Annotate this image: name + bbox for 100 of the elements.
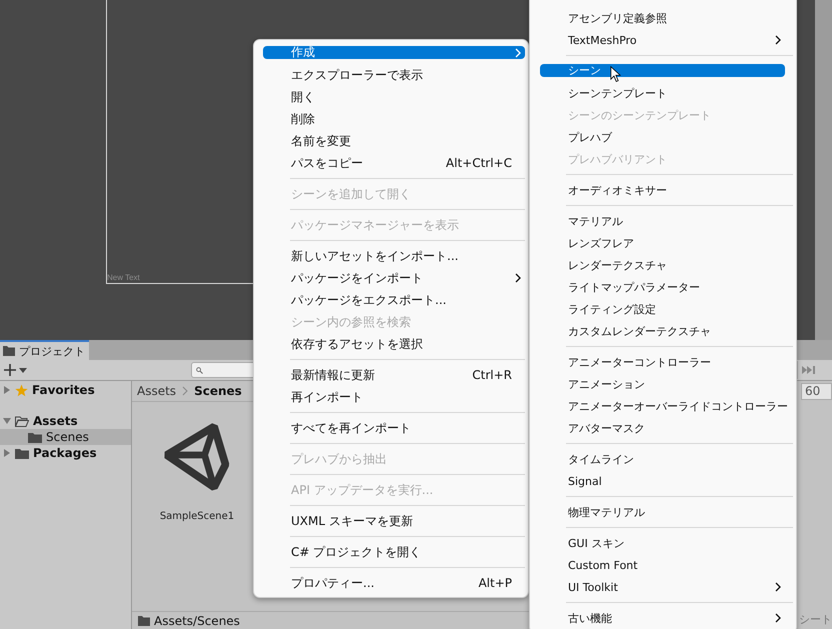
menu-item[interactable]: レンダーテクスチャ: [540, 254, 785, 276]
menu-item[interactable]: 再インポート: [263, 386, 525, 408]
menu-item[interactable]: アニメーション: [540, 373, 785, 395]
menu-item[interactable]: パッケージをエクスポート...: [263, 289, 525, 311]
breadcrumb-link[interactable]: Assets: [137, 384, 176, 398]
tree-item[interactable]: Assets: [0, 413, 131, 429]
menu-item[interactable]: 最新情報に更新 Ctrl+R: [263, 364, 525, 386]
menu-item-label: シーンのシーンテンプレート: [568, 108, 711, 122]
menu-item-label: パッケージマネージャーを表示: [291, 216, 459, 234]
menu-item-label: 再インポート: [291, 388, 363, 406]
menu-item[interactable]: カスタムレンダーテクスチャ: [540, 320, 785, 342]
menu-item[interactable]: レンズフレア: [540, 232, 785, 254]
folder-icon: [28, 432, 42, 442]
menu-item[interactable]: タイムライン: [540, 448, 785, 470]
menu-item[interactable]: C# プロジェクトを開く: [263, 541, 525, 563]
skip-end-icon: [802, 366, 816, 374]
menu-item-label: C# プロジェクトを開く: [291, 544, 422, 560]
collapsed-arrow-icon[interactable]: [3, 386, 11, 394]
menu-item-label: アバターマスク: [568, 420, 645, 436]
menu-item-label: アニメーション: [568, 376, 645, 392]
menu-item[interactable]: アニメーターコントローラー: [540, 351, 785, 373]
menu-item[interactable]: シーン: [540, 64, 785, 77]
frame-field[interactable]: 60: [801, 383, 832, 400]
tree-item[interactable]: Scenes: [0, 429, 131, 445]
menu-item-label: 物理マテリアル: [568, 504, 645, 520]
menu-item[interactable]: TextMeshPro: [540, 29, 785, 51]
menu-item[interactable]: エクスプローラーで表示: [263, 64, 525, 86]
tree-item[interactable]: Favorites: [0, 382, 131, 398]
menu-item-label: シーン内の参照を検索: [291, 314, 411, 330]
menu-item[interactable]: シーンテンプレート: [540, 82, 785, 104]
menu-item[interactable]: GUI スキン: [540, 532, 785, 554]
panel-label: シート: [798, 612, 832, 628]
menu-item-label: パッケージをインポート: [291, 270, 423, 286]
cursor-icon: [610, 66, 621, 83]
search-icon: [196, 366, 203, 374]
menu-item-label: タイムライン: [568, 452, 634, 466]
menu-item[interactable]: 開く: [263, 86, 525, 108]
menu-item[interactable]: Signal: [540, 470, 785, 492]
menu-item-label: すべてを再インポート: [291, 420, 411, 436]
menu-item[interactable]: 古い機能: [540, 607, 785, 629]
tree-item-label: Packages: [33, 446, 97, 460]
menu-item[interactable]: パッケージをインポート: [263, 267, 525, 289]
menu-item-label: 新しいアセットをインポート...: [291, 248, 458, 264]
expanded-arrow-icon[interactable]: [3, 417, 11, 425]
chevron-icon: [182, 386, 188, 396]
menu-item-label: UXML スキーマを更新: [291, 512, 413, 530]
collapsed-arrow-icon[interactable]: [3, 449, 11, 457]
menu-item[interactable]: 物理マテリアル: [540, 501, 785, 523]
menu-item-label: プレハブ: [568, 130, 612, 144]
menu-item[interactable]: マテリアル: [540, 210, 785, 232]
menu-item[interactable]: 名前を変更: [263, 130, 525, 152]
menu-item[interactable]: UI Toolkit: [540, 576, 785, 598]
menu-item-label: 作成: [291, 44, 315, 61]
menu-item[interactable]: プロパティー... Alt+P: [263, 572, 525, 594]
menu-item[interactable]: すべてを再インポート: [263, 417, 525, 439]
menu-item[interactable]: Custom Font: [540, 554, 785, 576]
menu-item-label: アニメーターオーバーライドコントローラー: [568, 398, 788, 414]
project-tab[interactable]: プロジェクト: [0, 340, 89, 360]
tree-item[interactable]: Packages: [0, 445, 131, 461]
menu-item[interactable]: パスをコピー Alt+Ctrl+C: [263, 152, 525, 174]
menu-item[interactable]: アセンブリ定義参照: [540, 7, 785, 29]
menu-item[interactable]: 新しいアセットをインポート...: [263, 245, 525, 267]
menu-item-label: 古い機能: [568, 610, 612, 626]
menu-item-label: ライトマップパラメーター: [568, 280, 700, 294]
caret-icon: [19, 368, 27, 372]
menu-item[interactable]: ライトマップパラメーター: [540, 276, 785, 298]
menu-item[interactable]: アニメーターオーバーライドコントローラー: [540, 395, 785, 417]
menu-item-label: マテリアル: [568, 214, 623, 228]
menu-item-label: 依存するアセットを選択: [291, 336, 423, 352]
menu-item-label: UI Toolkit: [568, 580, 618, 594]
shortcut-label: Alt+P: [478, 576, 512, 590]
menu-item-label: API アップデータを実行...: [291, 482, 434, 498]
menu-item-label: シーンを追加して開く: [291, 186, 411, 202]
menu-item-label: プレハブバリアント: [568, 152, 667, 166]
menu-item[interactable]: UXML スキーマを更新: [263, 510, 525, 532]
menu-item[interactable]: 依存するアセットを選択: [263, 333, 525, 355]
star-icon: [15, 384, 28, 396]
menu-item-label: パッケージをエクスポート...: [291, 292, 446, 308]
folder-icon: [138, 616, 150, 626]
tab-label: プロジェクト: [19, 344, 85, 358]
plus-icon: [4, 364, 16, 376]
tree-item-label: Favorites: [32, 383, 95, 397]
menu-item[interactable]: 削除: [263, 108, 525, 130]
menu-item-label: 名前を変更: [291, 132, 351, 150]
menu-item[interactable]: アバターマスク: [540, 417, 785, 439]
menu-item[interactable]: ライティング設定: [540, 298, 785, 320]
menu-item-label: 最新情報に更新: [291, 366, 375, 384]
menu-item[interactable]: 作成: [263, 46, 525, 59]
menu-item[interactable]: オーディオミキサー: [540, 179, 785, 201]
menu-item-label: 削除: [291, 110, 315, 128]
menu-item[interactable]: プレハブ: [540, 126, 785, 148]
menu-item-label: GUI スキン: [568, 536, 624, 550]
folder-icon: [3, 346, 15, 356]
breadcrumb-link[interactable]: Scenes: [194, 384, 242, 398]
menu-item-label: シーン: [568, 63, 601, 78]
open-folder-icon: [15, 416, 29, 426]
text-object: New Text: [107, 273, 140, 282]
asset-name: SampleScene1: [160, 511, 234, 522]
menu-item-label: カスタムレンダーテクスチャ: [568, 324, 711, 338]
menu-item-label: アニメーターコントローラー: [568, 354, 711, 370]
